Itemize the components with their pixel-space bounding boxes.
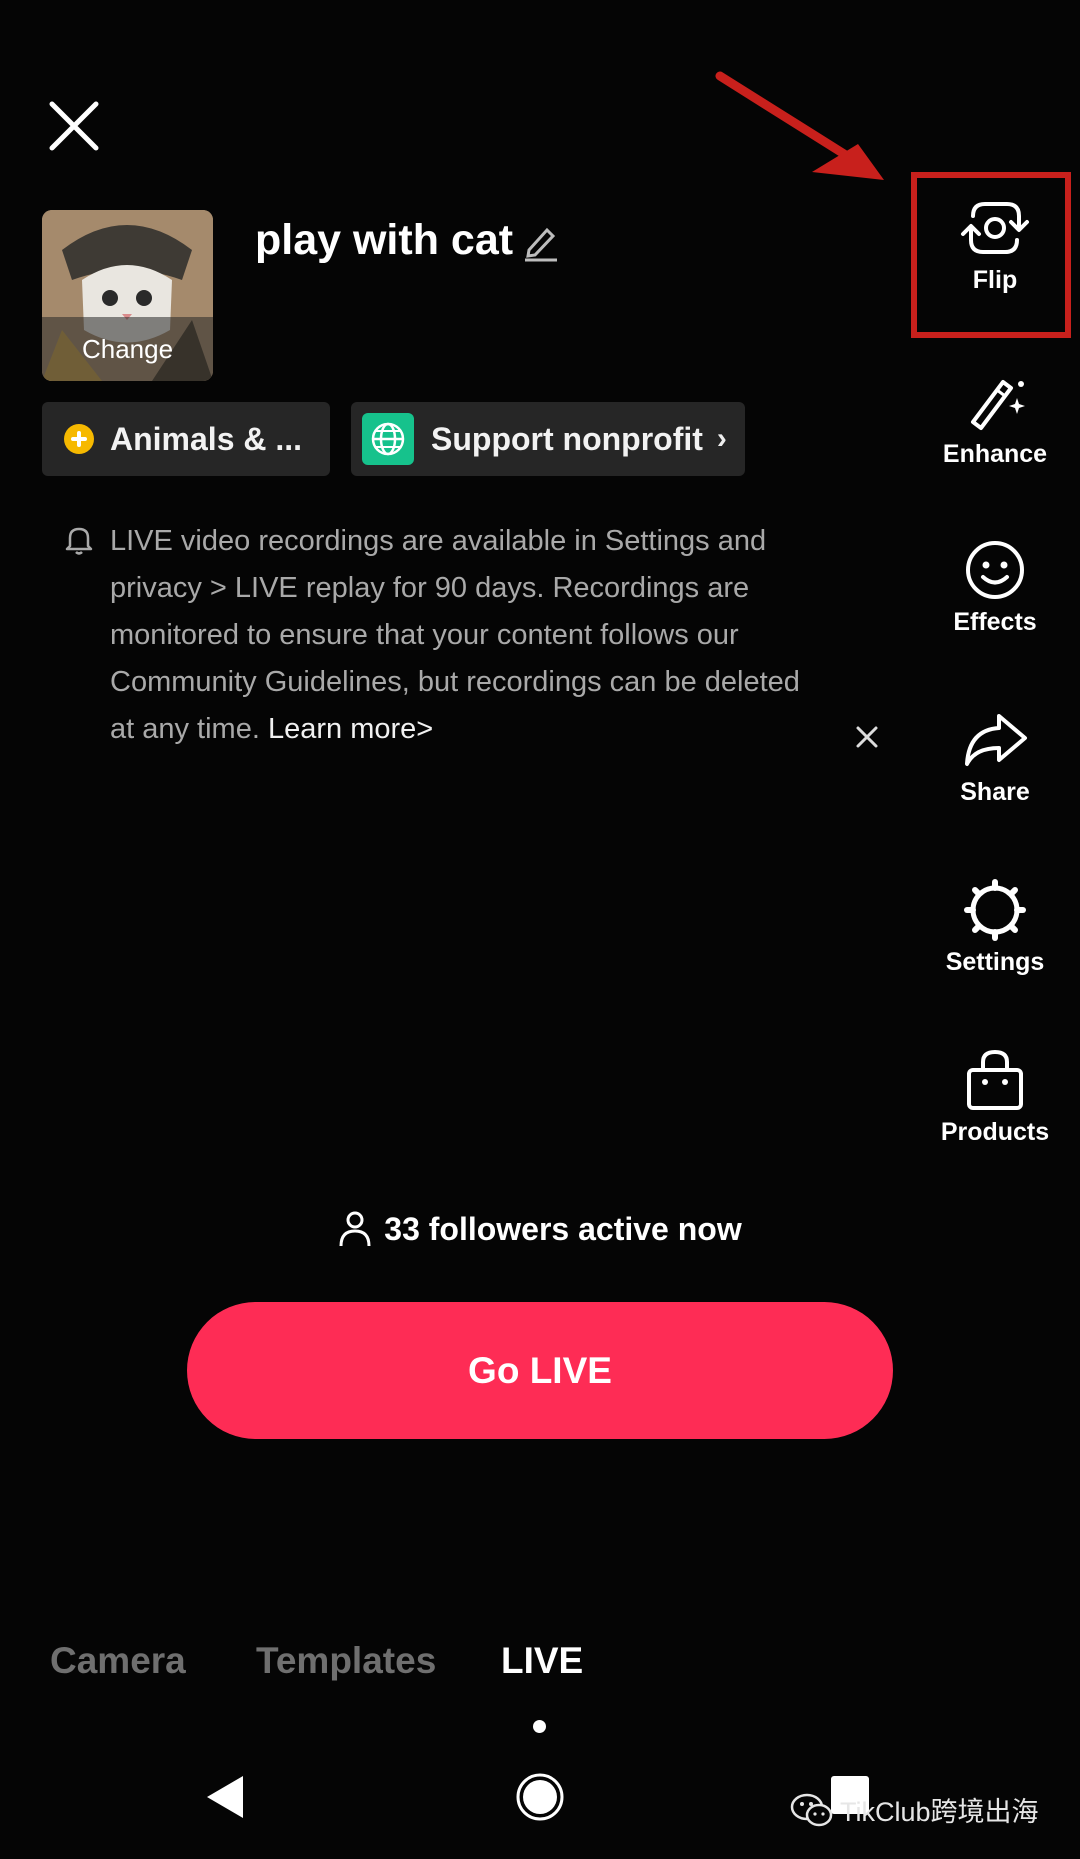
support-nonprofit-chip[interactable]: Support nonprofit ›	[351, 402, 745, 476]
shopping-bag-icon	[967, 1049, 1023, 1110]
category-icon	[64, 424, 94, 454]
settings-button[interactable]: Settings	[930, 878, 1060, 977]
globe-icon	[362, 413, 414, 465]
enhance-button[interactable]: Enhance	[930, 370, 1060, 469]
effects-label: Effects	[953, 608, 1037, 636]
products-button[interactable]: Products	[930, 1048, 1060, 1147]
settings-label: Settings	[945, 948, 1045, 976]
followers-active: 33 followers active now	[0, 1210, 1080, 1248]
category-chip[interactable]: Animals & ...	[42, 402, 330, 476]
chevron-right-icon: ›	[716, 422, 727, 455]
tab-camera[interactable]: Camera	[50, 1640, 186, 1682]
notice-text: LIVE video recordings are available in S…	[110, 525, 800, 745]
cover-image[interactable]: Change	[42, 210, 213, 381]
person-icon	[339, 1211, 371, 1247]
dismiss-notice-icon[interactable]	[852, 722, 882, 752]
active-tab-indicator	[533, 1720, 546, 1733]
watermark-text: TikClub跨境出海	[840, 1797, 1039, 1827]
annotation-arrow	[700, 60, 900, 190]
share-arrow-icon	[965, 714, 1027, 766]
gear-icon	[964, 879, 1026, 941]
nav-back-icon[interactable]	[203, 1772, 247, 1822]
change-cover-label: Change	[42, 317, 213, 381]
enhance-label: Enhance	[942, 440, 1048, 468]
magic-wand-icon	[971, 380, 1025, 430]
products-label: Products	[940, 1118, 1050, 1146]
live-title[interactable]: play with cat	[255, 216, 513, 265]
replay-notice: LIVE video recordings are available in S…	[110, 518, 820, 753]
watermark: TikClub跨境出海	[790, 1790, 1039, 1829]
close-icon[interactable]	[44, 96, 104, 156]
category-label: Animals & ...	[110, 420, 303, 457]
tab-live[interactable]: LIVE	[501, 1640, 583, 1682]
annotation-highlight-box	[911, 172, 1071, 338]
share-button[interactable]: Share	[930, 708, 1060, 807]
pencil-icon[interactable]	[523, 222, 559, 262]
nav-home-icon[interactable]	[515, 1772, 565, 1822]
bell-icon	[64, 524, 94, 556]
effects-button[interactable]: Effects	[930, 538, 1060, 637]
wechat-icon	[790, 1793, 833, 1826]
share-label: Share	[960, 778, 1030, 806]
followers-active-text: 33 followers active now	[384, 1210, 742, 1247]
learn-more-link[interactable]: Learn more>	[268, 713, 433, 745]
support-nonprofit-label: Support nonprofit	[431, 420, 703, 457]
go-live-button[interactable]: Go LIVE	[187, 1302, 893, 1439]
smiley-icon	[966, 541, 1024, 599]
tab-templates[interactable]: Templates	[256, 1640, 436, 1682]
